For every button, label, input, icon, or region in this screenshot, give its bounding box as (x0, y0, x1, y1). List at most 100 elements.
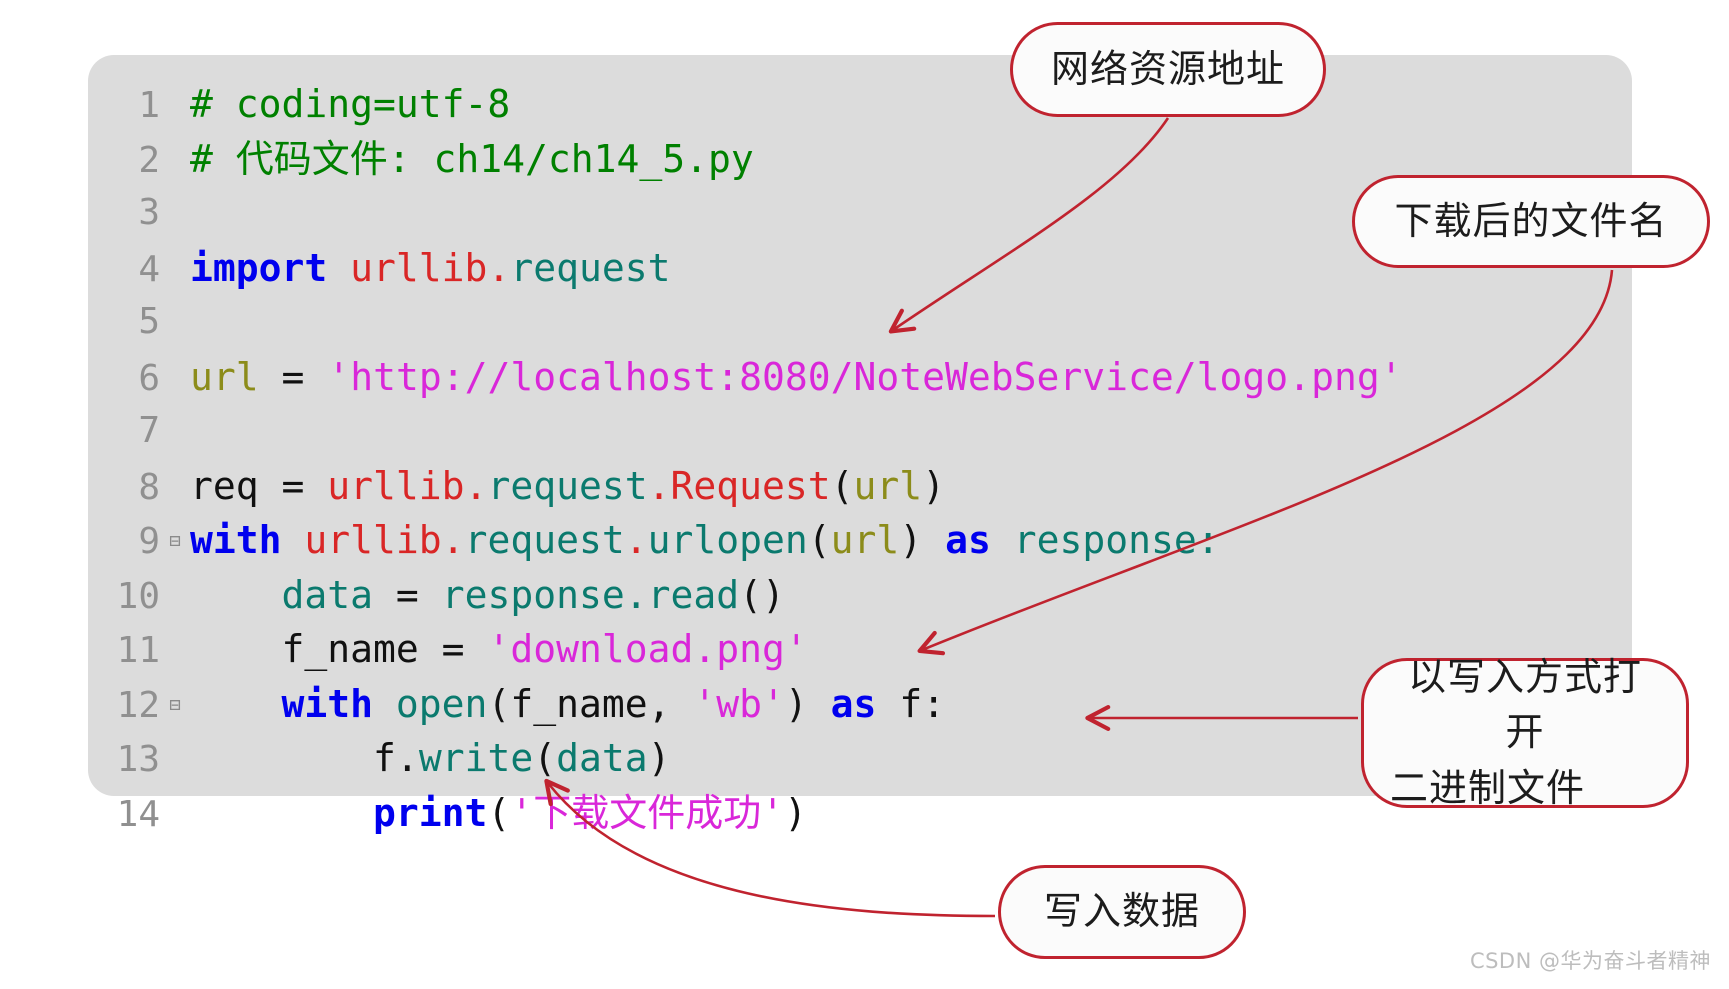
code-token-module: urllib (327, 463, 465, 508)
code-token-plain: ) (784, 681, 831, 726)
code-token-function: response (1013, 518, 1197, 562)
code-token-plain: = (258, 463, 328, 508)
code-token-function: request (487, 463, 648, 508)
callout-text: 网络资源地址 (1050, 46, 1285, 91)
code-token-module: urllib (304, 518, 442, 562)
code-token-keyword: as (945, 518, 991, 562)
code-token-function: request (464, 518, 625, 562)
line-number: 6 (138, 357, 160, 399)
code-token-plain: = (395, 572, 419, 617)
code-line-text: f.write(data) (190, 731, 671, 786)
line-number: 12 (116, 684, 160, 726)
code-token-string: 'http://localhost:8080/NoteWebService/lo… (327, 354, 1403, 399)
callout-network-resource-address: 网络资源地址 (1010, 22, 1326, 117)
code-token-plain: f_name (281, 627, 419, 671)
code-line: 8 req = urllib.request.Request(url) (88, 459, 1632, 514)
code-token-function: : (1196, 518, 1220, 562)
code-token-module: urllib (350, 245, 488, 290)
code-line-text: with open(f_name, 'wb') as f: (190, 677, 946, 732)
line-number: 9 (138, 521, 160, 562)
code-line-text: f_name = 'download.png' (190, 622, 808, 677)
code-token-plain: ( (807, 518, 831, 562)
line-number: 11 (116, 630, 160, 671)
code-token-function: data (556, 736, 648, 780)
code-token-plain: ) (922, 463, 946, 508)
callout-write-data: 写入数据 (998, 865, 1246, 959)
code-token-plain: ( (487, 681, 511, 726)
code-token-plain: . (395, 736, 419, 780)
code-line: 5 (88, 295, 1632, 350)
code-token-comment: # 代码文件: ch14/ch14_5.py (190, 136, 754, 181)
code-token-module: Request (670, 463, 831, 508)
callout-downloaded-filename: 下载后的文件名 (1352, 175, 1710, 268)
code-line: 10 data = response.read() (88, 568, 1632, 623)
code-line-text: # coding=utf-8 (190, 77, 510, 132)
code-fold-toggle-icon[interactable]: ⊟ (160, 514, 190, 569)
code-token-string: '下载文件成功' (510, 790, 785, 835)
code-token-string: 'wb' (693, 681, 785, 726)
code-token-function: data (281, 572, 374, 617)
csdn-watermark: CSDN @华为奋斗者精神 (1469, 949, 1711, 973)
line-number: 4 (138, 248, 160, 290)
callout-text: 下载后的文件名 (1394, 198, 1668, 243)
code-token-keyword: import (190, 245, 328, 290)
code-token-keyword: with (281, 681, 374, 726)
code-token-plain: ( (487, 790, 511, 835)
code-token-module: . (487, 245, 511, 290)
code-token-plain: ( (533, 736, 557, 780)
line-number: 3 (138, 192, 160, 233)
code-token-plain: ) (899, 518, 946, 562)
code-token-function: open (395, 681, 488, 726)
code-token-variable: url (190, 354, 259, 399)
code-line-text: data = response.read() (190, 568, 785, 623)
code-fold-toggle-icon[interactable]: ⊟ (160, 678, 190, 733)
code-token-variable: url (853, 463, 923, 508)
callout-text: 写入数据 (1043, 889, 1200, 934)
code-token-function: response (441, 572, 625, 617)
code-token-function: urlopen (647, 518, 808, 562)
code-token-comment: # coding=utf-8 (190, 82, 511, 126)
code-token-module: . (624, 518, 648, 562)
code-token-keyword: print (373, 790, 488, 835)
code-token-function: write (418, 736, 534, 780)
code-line: 7 (88, 404, 1632, 459)
code-line: 9 ⊟ with urllib.request.urlopen(url) as re… (88, 513, 1632, 568)
callout-open-binary-write-mode: 以写入方式打开 二进制文件 (1361, 655, 1689, 810)
line-number: 1 (138, 85, 160, 126)
code-line-text: import urllib.request (190, 241, 671, 296)
code-token-function: request (510, 245, 671, 290)
code-line: 1 # coding=utf-8 (88, 77, 1632, 132)
code-line-text: url = 'http://localhost:8080/NoteWebServ… (190, 350, 1403, 405)
code-token-plain: ) (784, 790, 807, 835)
code-token-plain: req (190, 463, 259, 508)
code-line-text: # 代码文件: ch14/ch14_5.py (190, 132, 754, 187)
code-token-plain: ( (830, 463, 854, 508)
line-number: 8 (138, 466, 160, 508)
code-token-string: 'download.png' (487, 627, 808, 671)
code-token-plain: ) (647, 736, 671, 780)
code-token-plain: () (739, 572, 785, 617)
callout-text-line2: 二进制文件 (1390, 765, 1586, 810)
code-token-module: . (441, 518, 465, 562)
code-token-plain: = (281, 354, 305, 399)
code-token-keyword: with (190, 518, 282, 562)
code-token-module: . (464, 463, 488, 508)
code-token-function: . (624, 572, 648, 617)
code-token-function: read (647, 572, 740, 617)
line-number: 10 (116, 575, 160, 617)
code-line-text: print('下载文件成功') (190, 786, 807, 841)
code-token-plain: , (647, 681, 694, 726)
callout-text-line1: 以写入方式打开 (1407, 655, 1642, 755)
